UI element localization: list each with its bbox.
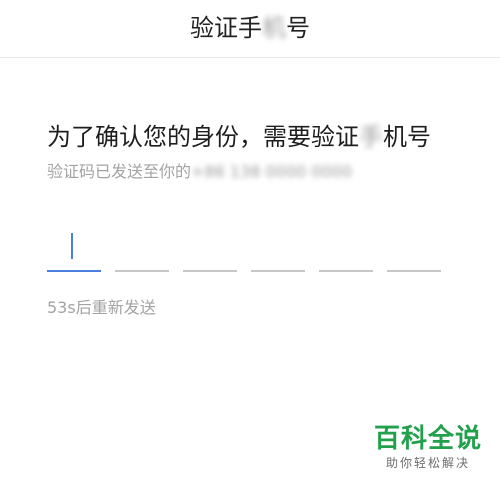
code-digit-1[interactable] [47, 226, 101, 272]
watermark-main-text: 百科全说 [373, 424, 482, 454]
navigation-bar: 验证手机号 [0, 0, 500, 58]
verify-phone-screen: 验证手机号 为了确认您的身份，需要验证手机号 验证码已发送至你的+86 138 … [0, 0, 500, 484]
code-sent-prefix: 验证码已发送至你的 [47, 162, 192, 181]
verify-heading-prefix: 为了确认您的身份，需要验证 [47, 123, 359, 151]
verify-heading-suffix: 机号 [383, 123, 431, 151]
code-digit-2[interactable] [115, 226, 169, 272]
page-title: 验证手机号 [0, 11, 500, 45]
watermark-slogan: 助你轻松解决 [385, 456, 470, 470]
page-title-blurred: 机 [262, 14, 286, 42]
resend-countdown: 53s后重新发送 [47, 298, 156, 317]
code-digit-6[interactable] [387, 226, 441, 272]
verify-heading-blurred: 手 [359, 123, 383, 151]
code-digit-3[interactable] [183, 226, 237, 272]
watermark-logo: 百科全说 助你轻松解决 [372, 424, 484, 472]
text-cursor [71, 233, 73, 259]
code-digit-4[interactable] [251, 226, 305, 272]
code-digit-5[interactable] [319, 226, 373, 272]
code-sent-notice: 验证码已发送至你的+86 138 0000 0000 [47, 160, 352, 184]
verify-heading: 为了确认您的身份，需要验证手机号 [47, 120, 431, 154]
verification-code-input[interactable] [47, 226, 442, 276]
page-title-suffix: 号 [286, 14, 310, 42]
masked-phone-number: +86 138 0000 0000 [191, 162, 353, 181]
page-title-prefix: 验证手 [190, 14, 262, 42]
